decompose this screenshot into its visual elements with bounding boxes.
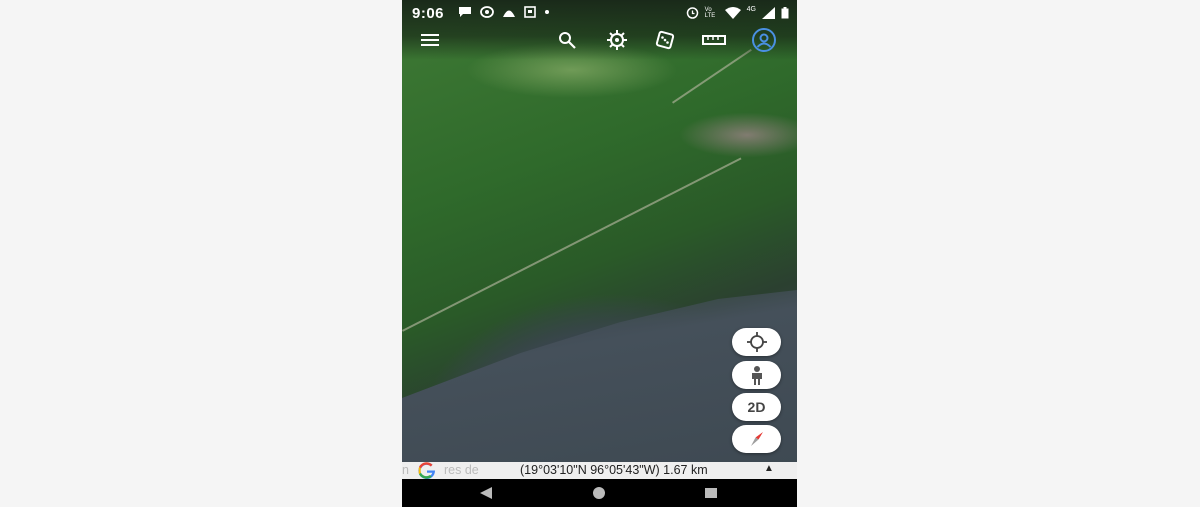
recents-icon[interactable] [704,486,718,500]
feeling-lucky-dice-icon[interactable] [653,28,677,52]
alarm-icon [686,7,698,19]
status-bar: 9:06 Vo LTE 4G [402,0,797,26]
search-icon[interactable] [555,28,579,52]
screenshot-icon [524,6,536,18]
phone-screen: 9:06 Vo LTE 4G 2D n res de (19°03'10"N 9… [402,0,797,507]
view-mode-2d-button[interactable]: 2D [732,393,781,421]
dot-icon [545,10,549,14]
chat-icon [459,7,471,17]
google-logo-icon [418,462,436,479]
home-icon[interactable] [592,486,606,500]
pegman-icon [751,366,762,385]
back-icon[interactable] [479,486,493,500]
volte-label: Vo LTE [704,6,716,19]
earth-toolbar [402,28,797,52]
my-location-icon [746,332,767,352]
network-label: 4G [746,6,756,13]
chat-bubble-icon [480,6,494,18]
status-right-icons: Vo LTE 4G [686,6,789,19]
signal-icon [762,6,775,19]
compass-button[interactable] [732,425,781,453]
battery-icon [781,6,789,18]
status-time: 9:06 [412,5,445,22]
voyager-wheel-icon[interactable] [605,28,629,52]
menu-icon[interactable] [418,28,442,52]
coordinates-readout: (19°03'10"N 96°05'43"W) 1.67 km [520,463,708,477]
street-view-button[interactable] [732,361,781,389]
compass-icon [750,432,763,446]
attribution-bar: n res de (19°03'10"N 96°05'43"W) 1.67 km… [402,462,797,479]
account-icon[interactable] [752,28,776,52]
measure-ruler-icon[interactable] [702,28,726,52]
expand-arrow-icon[interactable]: ▲ [764,463,774,474]
wifi-icon [724,6,741,19]
view-mode-label: 2D [747,399,766,415]
attribution-faded-text: n [402,463,409,477]
notification-icon [503,10,515,17]
status-left-icons [458,6,550,18]
my-location-button[interactable] [732,328,781,356]
system-nav-bar [402,479,797,507]
attribution-faded-text-2: res de [444,463,479,477]
